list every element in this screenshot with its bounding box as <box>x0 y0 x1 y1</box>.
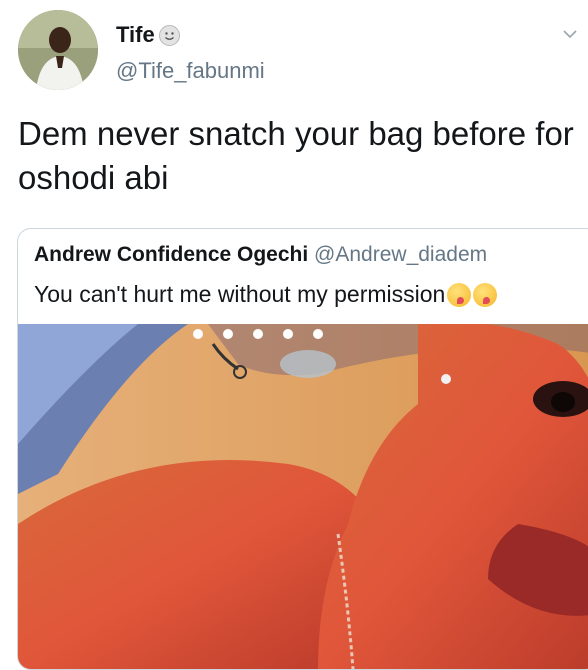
smiley-emoji-icon <box>158 24 180 46</box>
tweet-text: Dem never snatch your bag before for osh… <box>18 115 583 196</box>
quoted-author-name[interactable]: Andrew Confidence Ogechi <box>34 243 308 266</box>
selfie-image <box>18 324 588 669</box>
quoted-tweet-header: Andrew Confidence Ogechi @Andrew_diadem <box>34 243 487 267</box>
quoted-author-handle[interactable]: @Andrew_diadem <box>314 243 487 266</box>
quoted-tweet-text: You can't hurt me without my permission <box>34 281 446 307</box>
author-avatar[interactable] <box>18 10 98 90</box>
author-name[interactable]: Tife <box>116 22 180 48</box>
avatar-image <box>18 10 98 90</box>
quoted-tweet-card[interactable]: Andrew Confidence Ogechi @Andrew_diadem … <box>17 228 588 670</box>
yum-emoji-icon <box>447 282 472 307</box>
yum-emoji-icon <box>473 282 498 307</box>
author-name-text: Tife <box>116 22 155 47</box>
quoted-tweet-photo[interactable] <box>18 324 588 669</box>
chevron-down-icon[interactable] <box>562 26 578 42</box>
author-handle[interactable]: @Tife_fabunmi <box>116 58 265 84</box>
quoted-tweet-text-row: You can't hurt me without my permission <box>34 281 498 308</box>
